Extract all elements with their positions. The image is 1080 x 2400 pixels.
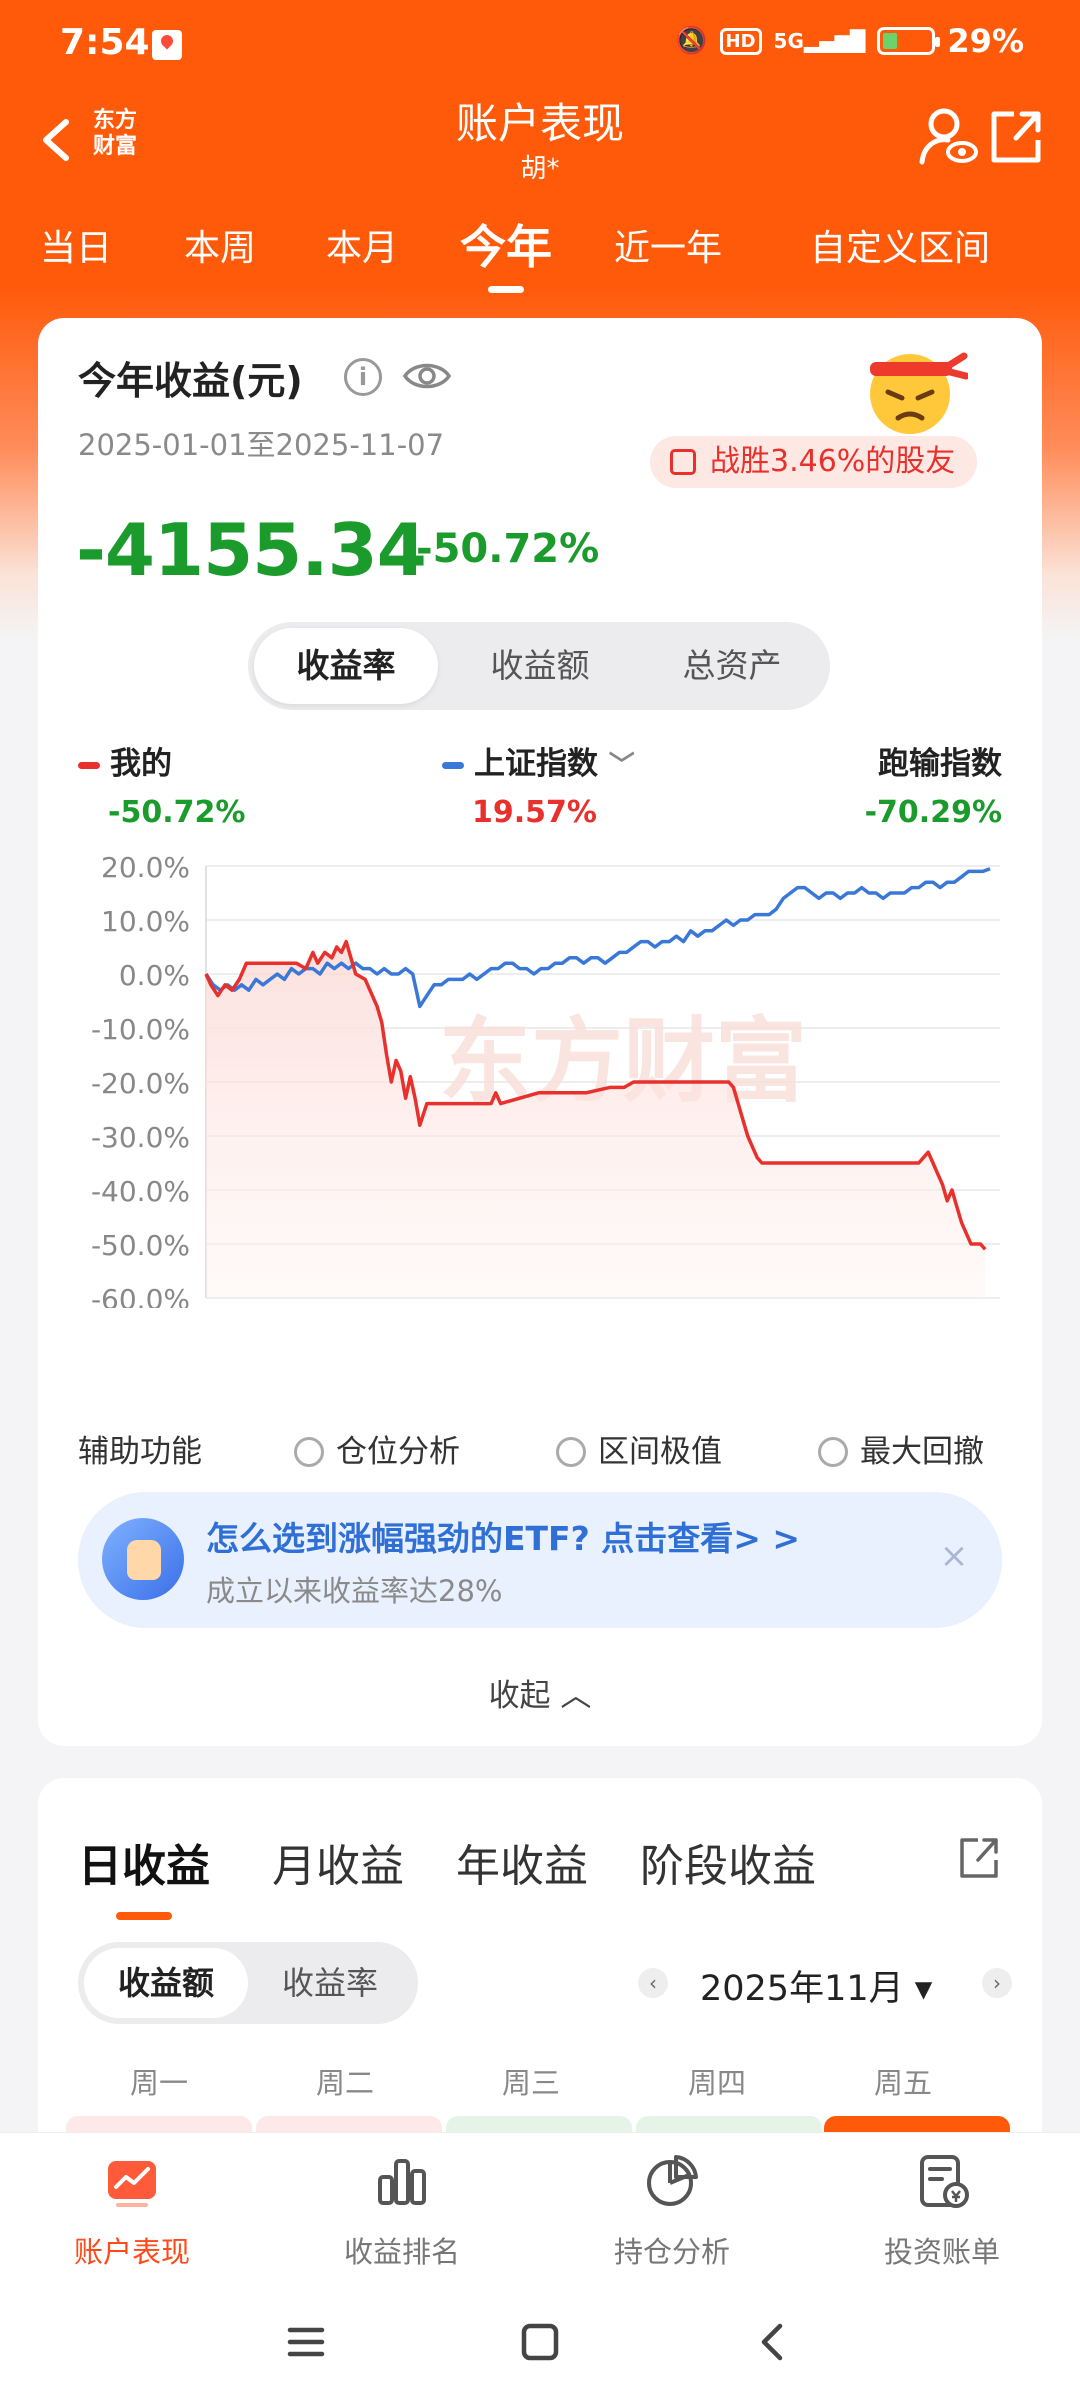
- thumbs-up-icon: [102, 1518, 184, 1600]
- radio-icon: [818, 1437, 848, 1467]
- option-position-analysis[interactable]: 仓位分析: [294, 1426, 460, 1471]
- etf-promo-banner[interactable]: 怎么选到涨幅强劲的ETF? 点击查看> > 成立以来收益率达28% ×: [78, 1492, 1002, 1628]
- promo-subtitle: 成立以来收益率达28%: [206, 1574, 503, 1608]
- metric-rate-tab[interactable]: 收益率: [248, 1948, 412, 2018]
- bill-icon: [920, 2155, 969, 2208]
- back-icon[interactable]: [744, 2312, 804, 2372]
- nav-bar: 东方 财富 账户表现 胡*: [0, 90, 1080, 200]
- tab-yearly-profit[interactable]: 年收益: [456, 1830, 588, 1894]
- option-range-extremes[interactable]: 区间极值: [556, 1426, 722, 1471]
- y-tick-label: 20.0%: [101, 851, 190, 884]
- user-eye-icon: [919, 108, 978, 165]
- y-tick-label: 0.0%: [119, 959, 190, 992]
- legend-mine-value: -50.72%: [108, 795, 246, 830]
- summary-title: 今年收益(元): [78, 359, 303, 403]
- status-icons: 🔕 HD 5G▂▄▆█ 29%: [675, 22, 1024, 60]
- system-nav-bar: [0, 2282, 1080, 2400]
- metric-switch: 收益率 收益额 总资产: [248, 622, 830, 710]
- metric-assets-tab[interactable]: 总资产: [640, 628, 824, 704]
- promo-title[interactable]: 怎么选到涨幅强劲的ETF? 点击查看> >: [206, 1512, 800, 1560]
- aux-label: 辅助功能: [78, 1434, 202, 1470]
- y-tick-label: -60.0%: [91, 1283, 190, 1308]
- nav-account-performance[interactable]: 账户表现: [22, 2151, 242, 2271]
- y-tick-label: 10.0%: [101, 905, 190, 938]
- y-tick-label: -30.0%: [91, 1121, 190, 1154]
- profit-line-chart[interactable]: 20.0% 10.0% 0.0% -10.0% -20.0% -30.0% -40.0% -5…: [38, 838, 1042, 1308]
- tab-week[interactable]: 本周: [184, 219, 256, 271]
- bar-chart-icon: [378, 2159, 426, 2205]
- prev-month-button[interactable]: ‹: [638, 1968, 668, 1998]
- next-month-button[interactable]: ›: [982, 1968, 1012, 1998]
- tab-monthly-profit[interactable]: 月收益: [272, 1830, 404, 1894]
- tab-daily-profit[interactable]: 日收益: [78, 1830, 210, 1920]
- close-icon[interactable]: ×: [934, 1536, 974, 1576]
- home-icon[interactable]: [510, 2312, 570, 2372]
- month-selector: ‹ 2025年11月 ▾ ›: [638, 1954, 1018, 2014]
- radio-icon: [294, 1437, 324, 1467]
- collapse-button[interactable]: 收起 ︿: [38, 1670, 1042, 1715]
- total-rate: -50.72%: [416, 526, 600, 572]
- tab-stage-profit[interactable]: 阶段收益: [640, 1830, 816, 1894]
- chevron-down-icon: ﹀: [608, 751, 635, 781]
- period-tabs: 当日 本周 本月 今年 近一年 自定义区间: [0, 205, 1080, 293]
- pie-chart-icon: [647, 2155, 698, 2206]
- battery-percent: 29%: [947, 22, 1024, 60]
- weekday-thu: 周四: [687, 2066, 746, 2100]
- total-profit: -4155.34: [76, 508, 427, 592]
- battery-icon: [877, 27, 941, 55]
- weekday-fri: 周五: [873, 2066, 932, 2100]
- nav-investment-bill[interactable]: 投资账单: [832, 2151, 1052, 2271]
- y-tick-label: -40.0%: [91, 1175, 190, 1208]
- nav-position-analysis[interactable]: 持仓分析: [562, 2151, 782, 2271]
- user-view-button[interactable]: [916, 104, 980, 168]
- aux-functions: 辅助功能 仓位分析 区间极值 最大回撤: [78, 1422, 1018, 1472]
- y-tick-label: -50.0%: [91, 1229, 190, 1262]
- weekday-mon: 周一: [129, 2066, 188, 2100]
- menu-icon[interactable]: [276, 2312, 336, 2372]
- mascot-icon: [858, 336, 970, 436]
- weekday-wed: 周三: [501, 2066, 560, 2100]
- info-icon[interactable]: i: [344, 358, 382, 396]
- metric-rate-tab[interactable]: 收益率: [254, 628, 438, 704]
- bottom-nav: 账户表现 收益排名 持仓分析 投资账单: [0, 2132, 1080, 2282]
- tab-custom-range[interactable]: 自定义区间: [810, 219, 990, 271]
- tab-year[interactable]: 今年: [460, 211, 552, 293]
- hd-badge: HD: [719, 27, 762, 55]
- radio-icon: [556, 1437, 586, 1467]
- profit-summary-card: 今年收益(元) i 2025-01-01至2025-11-07 战胜3.46%的…: [38, 318, 1042, 1746]
- beat-percentile-badge[interactable]: 战胜3.46%的股友: [650, 436, 978, 488]
- legend-index-value: 19.57%: [472, 795, 597, 830]
- profit-metric-switch: 收益额 收益率: [78, 1942, 418, 2024]
- chart-trend-icon: [108, 2161, 156, 2207]
- eye-icon[interactable]: [402, 356, 452, 396]
- y-tick-label: -10.0%: [91, 1013, 190, 1046]
- nav-profit-ranking[interactable]: 收益排名: [292, 2151, 512, 2271]
- share-icon: [991, 111, 1041, 163]
- option-max-drawdown[interactable]: 最大回撤: [818, 1426, 984, 1471]
- legend-underperform: 跑输指数 -70.29%: [864, 746, 1002, 830]
- share-button[interactable]: [986, 104, 1046, 168]
- status-time: 7:54: [60, 22, 150, 63]
- tab-last-year[interactable]: 近一年: [614, 219, 722, 271]
- mine-area: [206, 941, 986, 1298]
- legend-mine: 我的 -50.72%: [78, 738, 245, 830]
- share-small-icon: [670, 449, 696, 475]
- metric-amount-tab[interactable]: 收益额: [84, 1948, 248, 2018]
- location-icon: [152, 30, 182, 60]
- legend-mark-red: [78, 762, 100, 769]
- legend-underperform-value: -70.29%: [864, 795, 1002, 830]
- mute-icon: 🔕: [675, 26, 708, 56]
- status-bar: 7:54 🔕 HD 5G▂▄▆█ 29%: [0, 0, 1080, 90]
- metric-amount-tab[interactable]: 收益额: [448, 628, 632, 704]
- weekday-tue: 周二: [315, 2066, 374, 2100]
- date-range: 2025-01-01至2025-11-07: [78, 428, 445, 462]
- month-label[interactable]: 2025年11月 ▾: [700, 1960, 932, 2011]
- y-tick-label: -20.0%: [91, 1067, 190, 1100]
- tab-today[interactable]: 当日: [40, 219, 112, 271]
- legend-index[interactable]: 上证指数 ﹀ 19.57%: [442, 738, 635, 830]
- legend-mark-blue: [442, 762, 464, 769]
- share-icon[interactable]: [954, 1832, 1004, 1882]
- tab-month[interactable]: 本月: [326, 219, 398, 271]
- signal-icon: 5G▂▄▆█: [773, 29, 866, 53]
